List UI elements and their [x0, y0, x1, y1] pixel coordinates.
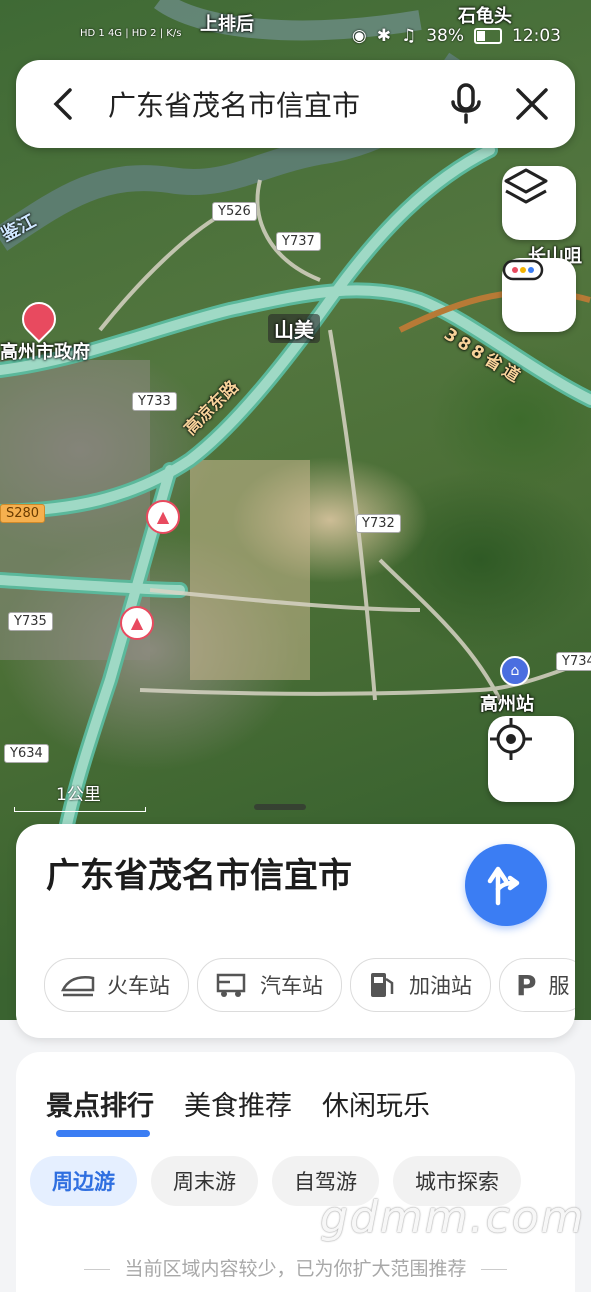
chip-service[interactable]: P 服 — [499, 958, 575, 1012]
chip-label: 服 — [548, 974, 570, 998]
train-icon — [61, 976, 95, 997]
bluetooth-icon: ✱ — [376, 26, 391, 46]
chip-train-station[interactable]: 火车站 — [44, 958, 189, 1012]
eye-icon: ◉ — [351, 26, 367, 46]
road-tag: Y732 — [356, 514, 401, 533]
road-tag: Y634 — [4, 744, 49, 763]
map-label-gaozhou-gov[interactable]: 高州市政府 — [0, 338, 90, 364]
tab-leisure[interactable]: 休闲玩乐 — [322, 1084, 430, 1123]
chip-label: 火车站 — [107, 974, 170, 998]
route-button[interactable] — [465, 844, 547, 926]
road-tag: Y734 — [556, 652, 591, 671]
nearby-chips: 火车站 汽车站 加油站 P 服 — [44, 958, 575, 1012]
tab-food[interactable]: 美食推荐 — [184, 1084, 292, 1123]
drag-handle[interactable] — [254, 804, 306, 810]
traffic-cone-icon[interactable]: ▲ — [146, 500, 180, 534]
locate-icon — [490, 718, 532, 760]
footer-note: 当前区域内容较少，已为你扩大范围推荐 — [16, 1254, 575, 1281]
search-input[interactable]: 广东省茂名市信宜市 — [108, 84, 360, 124]
mic-status-icon: ♫ — [400, 26, 417, 46]
gas-station-icon — [371, 973, 394, 997]
filter-nearby[interactable]: 周边游 — [30, 1156, 137, 1206]
search-bar[interactable]: 广东省茂名市信宜市 — [16, 60, 575, 148]
road-tag: Y737 — [276, 232, 321, 251]
place-title: 广东省茂名市信宜市 — [46, 856, 352, 896]
filter-weekend[interactable]: 周末游 — [151, 1156, 258, 1206]
map-label-shanmei[interactable]: 山美 — [268, 314, 320, 343]
battery-percent: 38% — [426, 26, 464, 46]
back-icon[interactable] — [44, 84, 84, 124]
road-tag: Y526 — [212, 202, 257, 221]
tab-attractions[interactable]: 景点排行 — [46, 1084, 154, 1123]
clock: 12:03 — [512, 26, 561, 46]
chip-gas-station[interactable]: 加油站 — [350, 958, 491, 1012]
layers-icon — [504, 168, 548, 204]
map-scale: 1公里 — [14, 780, 146, 812]
scale-bar — [14, 807, 146, 812]
map-label-gaozhou-station[interactable]: 高州站 — [480, 690, 534, 716]
layers-button[interactable] — [502, 166, 576, 240]
chip-label: 汽车站 — [260, 974, 323, 998]
bus-icon — [216, 973, 246, 997]
place-card: 广东省茂名市信宜市 火车站 汽车站 加油站 P 服 — [16, 824, 575, 1038]
scale-label: 1公里 — [56, 785, 101, 805]
footer-note-text: 当前区域内容较少，已为你扩大范围推荐 — [124, 1258, 467, 1280]
construction-area — [190, 460, 310, 680]
road-tag: Y735 — [8, 612, 53, 631]
status-right: ◉ ✱ ♫ 38% 12:03 — [352, 26, 561, 46]
road-tag: S280 — [0, 504, 46, 523]
locate-button[interactable] — [488, 716, 574, 802]
map-label-top-right: 石龟头 — [458, 6, 512, 27]
chip-bus-station[interactable]: 汽车站 — [197, 958, 342, 1012]
traffic-cone-icon[interactable]: ▲ — [120, 606, 154, 640]
signal-info: HD 1 4G | HD 2 | K/s — [80, 28, 182, 39]
watermark: gdmm.com — [320, 1192, 586, 1243]
train-station-pin-icon[interactable]: ⌂ — [500, 656, 530, 686]
parking-icon: P — [516, 968, 537, 1002]
map-label-top: 上排后 — [200, 14, 254, 35]
chip-label: 加油站 — [409, 974, 472, 998]
recommend-panel: 景点排行 美食推荐 休闲玩乐 周边游 周末游 自驾游 城市探索 当前区域内容较少… — [16, 1052, 575, 1292]
route-arrow-icon — [487, 866, 520, 906]
more-tools-button[interactable] — [502, 258, 576, 332]
recommend-tabs: 景点排行 美食推荐 休闲玩乐 — [46, 1084, 430, 1123]
microphone-icon[interactable] — [446, 82, 486, 126]
battery-icon — [474, 28, 502, 44]
close-icon[interactable] — [512, 84, 552, 124]
tab-indicator — [56, 1130, 150, 1137]
status-bar: 上排后 石龟头 HD 1 4G | HD 2 | K/s ◉ ✱ ♫ 38% 1… — [0, 0, 591, 56]
more-dots-icon — [502, 259, 544, 281]
road-tag: Y733 — [132, 392, 177, 411]
